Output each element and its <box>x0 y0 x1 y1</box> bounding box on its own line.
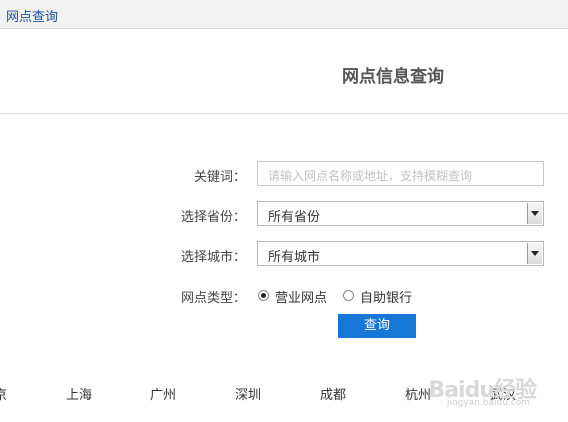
radio-self-service[interactable] <box>343 290 354 301</box>
chevron-down-icon[interactable] <box>527 243 542 264</box>
province-label: 选择省份： <box>180 210 246 225</box>
province-select-value: 所有省份 <box>268 210 321 225</box>
radio-business-outlet[interactable] <box>258 290 269 301</box>
type-label: 网点类型： <box>180 291 246 306</box>
city-link[interactable]: 深圳 <box>235 384 261 403</box>
divider <box>0 113 568 114</box>
city-link[interactable]: 上海 <box>66 384 92 403</box>
radio-self-service-label[interactable]: 自助银行 <box>360 287 412 306</box>
keyword-input[interactable] <box>257 161 544 186</box>
city-link[interactable]: 广州 <box>150 384 176 403</box>
chevron-down-icon[interactable] <box>527 203 542 224</box>
province-select[interactable]: 所有省份 <box>257 201 544 226</box>
breadcrumb[interactable]: 网点查询 <box>6 6 58 25</box>
keyword-label: 关键词： <box>193 170 246 185</box>
city-label: 选择城市： <box>180 250 246 265</box>
city-link[interactable]: 京 <box>0 384 7 403</box>
city-link[interactable]: 杭州 <box>405 384 431 403</box>
page-title: 网点信息查询 <box>342 67 444 87</box>
top-bar: 网点查询 <box>0 0 568 29</box>
city-select-value: 所有城市 <box>268 250 321 265</box>
watermark-url: jingyan.baidu.com <box>446 398 530 408</box>
city-link[interactable]: 成都 <box>320 384 346 403</box>
city-select[interactable]: 所有城市 <box>257 241 544 266</box>
radio-business-outlet-label[interactable]: 营业网点 <box>275 287 327 306</box>
search-button[interactable]: 查询 <box>338 314 416 338</box>
